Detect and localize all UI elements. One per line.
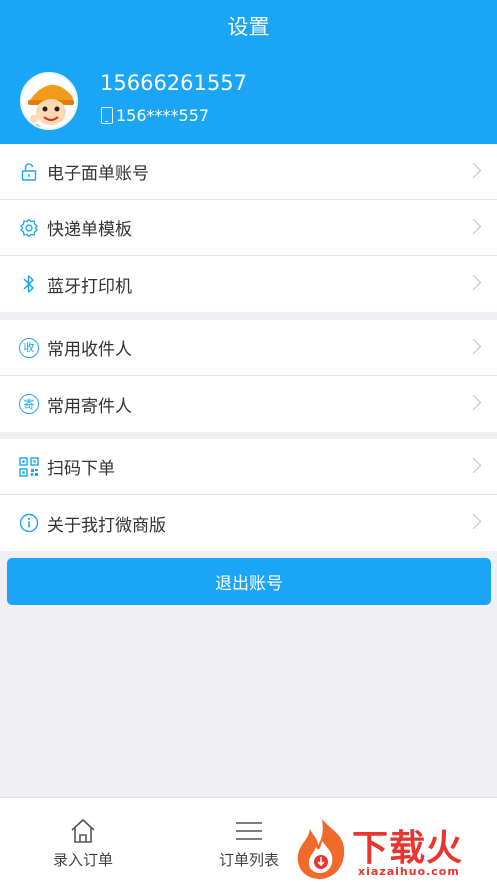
gear-icon bbox=[18, 217, 40, 239]
receive-glyph: 收 bbox=[19, 337, 39, 358]
chevron-right-icon bbox=[465, 457, 482, 474]
row-label: 电子面单账号 bbox=[47, 164, 149, 184]
chevron-right-icon bbox=[465, 513, 482, 530]
watermark: 下载火 xiazaihuo.com bbox=[292, 815, 492, 883]
settings-group-misc: 扫码下单 关于我打微商版 bbox=[0, 439, 497, 551]
user-phone-row: 156****557 bbox=[101, 106, 209, 125]
row-label: 扫码下单 bbox=[47, 459, 115, 479]
list-icon bbox=[235, 818, 263, 844]
row-label: 常用寄件人 bbox=[47, 396, 132, 417]
row-about[interactable]: 关于我打微商版 bbox=[0, 495, 497, 551]
tab-order-list[interactable]: 订单列表 bbox=[189, 798, 309, 883]
home-icon bbox=[69, 818, 97, 844]
row-waybill-template[interactable]: 快递单模板 bbox=[0, 200, 497, 256]
row-label: 快递单模板 bbox=[47, 220, 132, 240]
phone-icon bbox=[101, 107, 113, 124]
settings-group-contacts: 收 常用收件人 寄 常用寄件人 bbox=[0, 320, 497, 432]
user-phone: 156****557 bbox=[116, 106, 210, 125]
header-bar: 设置 15666261557 156****557 bbox=[0, 0, 497, 144]
receive-icon: 收 bbox=[18, 337, 40, 359]
watermark-domain: xiazaihuo.com bbox=[358, 865, 460, 878]
user-name: 15666261557 bbox=[100, 71, 247, 95]
row-label: 关于我打微商版 bbox=[47, 515, 166, 536]
qr-code-icon bbox=[18, 456, 40, 478]
row-scan-order[interactable]: 扫码下单 bbox=[0, 439, 497, 495]
row-electronic-waybill-account[interactable]: 电子面单账号 bbox=[0, 144, 497, 200]
tab-enter-order[interactable]: 录入订单 bbox=[23, 798, 143, 883]
send-glyph: 寄 bbox=[19, 394, 39, 414]
bluetooth-icon bbox=[18, 273, 40, 295]
chevron-right-icon bbox=[465, 394, 482, 411]
tab-label: 录入订单 bbox=[52, 851, 113, 869]
chevron-right-icon bbox=[465, 162, 482, 179]
settings-group-account: 电子面单账号 快递单模板 蓝牙打印机 bbox=[0, 144, 497, 312]
info-icon bbox=[18, 512, 40, 534]
chevron-right-icon bbox=[465, 218, 482, 235]
watermark-text: 下载火 bbox=[352, 828, 464, 869]
chevron-right-icon bbox=[465, 274, 482, 291]
row-label: 蓝牙打印机 bbox=[47, 276, 132, 297]
page-title: 设置 bbox=[227, 15, 270, 39]
row-frequent-receivers[interactable]: 收 常用收件人 bbox=[0, 320, 497, 376]
unlock-icon bbox=[18, 161, 40, 183]
send-icon: 寄 bbox=[18, 393, 40, 415]
avatar[interactable] bbox=[20, 72, 78, 130]
tab-label: 订单列表 bbox=[218, 851, 279, 869]
row-label: 常用收件人 bbox=[47, 340, 132, 360]
logout-button[interactable]: 退出账号 bbox=[7, 558, 491, 605]
chevron-right-icon bbox=[465, 338, 482, 355]
flame-logo-icon bbox=[297, 819, 345, 879]
row-bluetooth-printer[interactable]: 蓝牙打印机 bbox=[0, 256, 497, 312]
row-frequent-senders[interactable]: 寄 常用寄件人 bbox=[0, 376, 497, 432]
